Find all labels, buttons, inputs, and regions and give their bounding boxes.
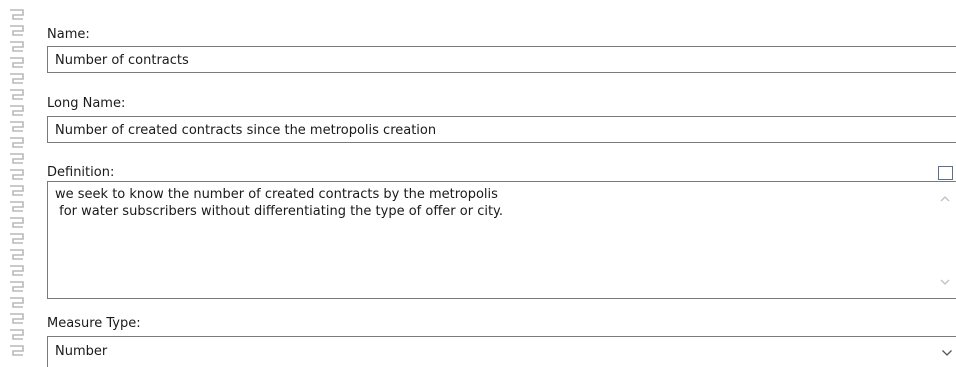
chevron-down-icon[interactable] <box>941 348 953 358</box>
measure-type-label: Measure Type: <box>47 316 141 331</box>
name-label: Name: <box>47 27 90 42</box>
measure-properties-panel: Name: Number of contracts Long Name: Num… <box>0 0 956 367</box>
long-name-field[interactable]: Number of created contracts since the me… <box>47 116 956 143</box>
name-field[interactable]: Number of contracts <box>47 46 956 73</box>
long-name-label: Long Name: <box>47 96 126 111</box>
measure-type-select[interactable]: Number <box>47 336 956 367</box>
definition-line: we seek to know the number of created co… <box>55 187 498 202</box>
definition-textarea[interactable]: we seek to know the number of created co… <box>47 181 956 299</box>
chevron-down-icon[interactable] <box>938 275 952 289</box>
expand-square-icon[interactable] <box>938 166 953 180</box>
spiral-binding-icon <box>10 9 24 356</box>
definition-label: Definition: <box>47 165 115 180</box>
definition-line: for water subscribers without differenti… <box>55 204 504 219</box>
chevron-up-icon[interactable] <box>938 192 952 206</box>
